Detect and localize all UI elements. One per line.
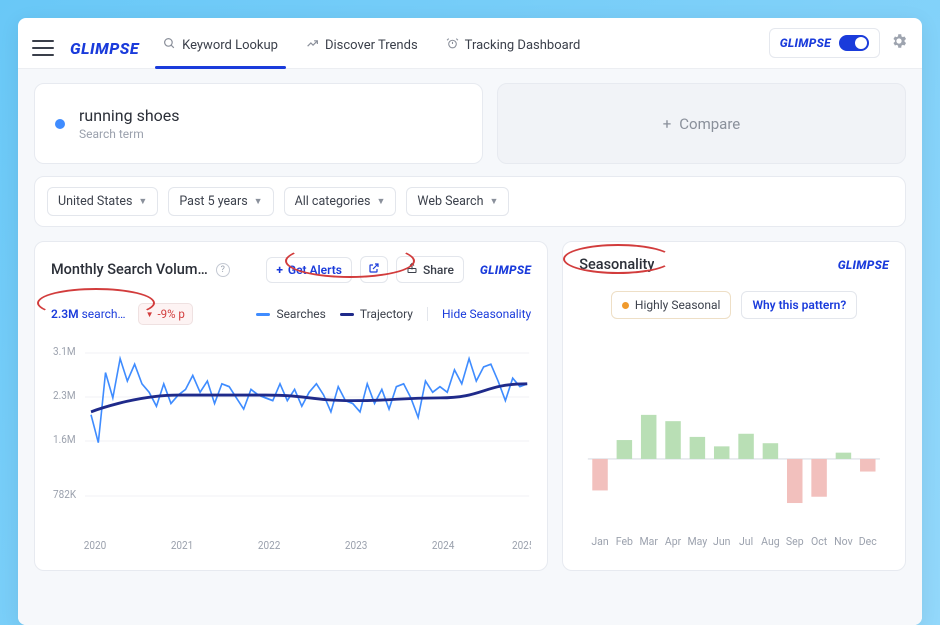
chevron-down-icon: ▼ xyxy=(138,196,147,207)
nav-tabs: Keyword Lookup Discover Trends Tracking … xyxy=(161,29,769,68)
chart-legend: Searches Trajectory Hide Seasonality xyxy=(256,307,531,321)
search-term: running shoes xyxy=(79,106,180,125)
extension-badge: GLIMPSE xyxy=(769,28,880,58)
highly-seasonal-badge: Highly Seasonal xyxy=(611,291,732,319)
panels-row: Monthly Search Volum… ? + Get Alerts Shar… xyxy=(34,241,906,571)
filter-label: All categories xyxy=(295,194,371,209)
query-row: running shoes Search term + Compare xyxy=(34,83,906,164)
app-shell: GLIMPSE Keyword Lookup Discover Trends T… xyxy=(18,18,922,625)
tab-keyword-lookup[interactable]: Keyword Lookup xyxy=(161,29,280,68)
volume-chart: 3.1M 2.3M 1.6M 782K 2020 2021 2022 2023 … xyxy=(51,331,531,562)
filter-category[interactable]: All categories ▼ xyxy=(284,187,397,216)
brand-mini: GLIMPSE xyxy=(480,263,531,277)
svg-text:2023: 2023 xyxy=(345,538,368,552)
svg-text:2020: 2020 xyxy=(84,538,107,552)
share-icon xyxy=(406,262,418,277)
open-external-button[interactable] xyxy=(360,256,388,283)
plus-icon: + xyxy=(276,263,283,277)
filter-label: United States xyxy=(58,194,132,209)
svg-text:Nov: Nov xyxy=(834,535,853,548)
tab-label: Keyword Lookup xyxy=(182,38,278,53)
panel-title: Seasonality xyxy=(579,256,654,273)
top-bar: GLIMPSE Keyword Lookup Discover Trends T… xyxy=(18,18,922,69)
brand-mini: GLIMPSE xyxy=(838,258,889,272)
menu-icon[interactable] xyxy=(32,40,54,56)
panel-title: Monthly Search Volum… xyxy=(51,261,208,278)
tab-discover-trends[interactable]: Discover Trends xyxy=(304,29,420,68)
svg-text:1.6M: 1.6M xyxy=(53,433,76,447)
swatch xyxy=(340,313,354,316)
svg-text:Sep: Sep xyxy=(786,535,804,548)
series-color-dot xyxy=(55,119,65,129)
trend-icon xyxy=(306,37,319,54)
svg-text:2022: 2022 xyxy=(258,538,281,552)
volume-panel: Monthly Search Volum… ? + Get Alerts Shar… xyxy=(34,241,548,571)
down-triangle-icon: ▼ xyxy=(146,310,154,319)
share-button[interactable]: Share xyxy=(396,256,464,283)
add-compare-button[interactable]: + Compare xyxy=(497,83,906,164)
status-dot-icon xyxy=(622,302,629,309)
chevron-down-icon: ▼ xyxy=(377,196,386,207)
search-icon xyxy=(163,37,176,54)
stats-row: 2.3M search… ▼-9% p Searches Trajectory … xyxy=(51,303,531,325)
svg-text:Jun: Jun xyxy=(713,535,730,548)
filter-geo[interactable]: United States ▼ xyxy=(47,187,158,216)
search-term-card[interactable]: running shoes Search term xyxy=(34,83,483,164)
plus-icon: + xyxy=(663,115,672,133)
svg-text:2.3M: 2.3M xyxy=(53,389,76,403)
brand-logo: GLIMPSE xyxy=(70,39,139,58)
filter-label: Past 5 years xyxy=(179,194,247,209)
panel-header: Seasonality GLIMPSE xyxy=(579,256,889,273)
seasonality-panel: Seasonality GLIMPSE Highly Seasonal Why … xyxy=(562,241,906,571)
topbar-right: GLIMPSE xyxy=(769,28,908,68)
svg-text:Apr: Apr xyxy=(665,535,682,548)
chevron-down-icon: ▼ xyxy=(489,196,498,207)
tab-label: Tracking Dashboard xyxy=(465,38,581,53)
info-icon[interactable]: ? xyxy=(216,263,230,277)
alarm-icon xyxy=(446,37,459,54)
external-link-icon xyxy=(368,262,380,277)
svg-text:May: May xyxy=(688,535,708,548)
brand-mini: GLIMPSE xyxy=(780,36,831,50)
gear-icon[interactable] xyxy=(890,32,908,54)
legend-trajectory: Trajectory xyxy=(340,307,413,321)
filter-bar: United States ▼ Past 5 years ▼ All categor… xyxy=(34,176,906,227)
svg-text:782K: 782K xyxy=(53,488,77,502)
seasonality-chart: Jan Feb Mar Apr May Jun Jul Aug Sep Oct Nov Dec xyxy=(579,333,889,562)
compare-label: Compare xyxy=(679,115,740,133)
svg-text:Feb: Feb xyxy=(616,535,633,548)
svg-text:Mar: Mar xyxy=(640,535,659,548)
stat-delta: ▼-9% p xyxy=(138,303,193,325)
button-label: Share xyxy=(423,263,454,277)
legend-searches: Searches xyxy=(256,307,325,321)
search-term-subtitle: Search term xyxy=(79,127,180,141)
filter-range[interactable]: Past 5 years ▼ xyxy=(168,187,273,216)
svg-text:2025: 2025 xyxy=(512,538,531,552)
extension-toggle[interactable] xyxy=(839,35,869,51)
hide-seasonality-link[interactable]: Hide Seasonality xyxy=(442,307,531,321)
svg-text:Aug: Aug xyxy=(761,535,779,548)
svg-text:Jul: Jul xyxy=(739,535,753,548)
content: running shoes Search term + Compare Unit… xyxy=(18,69,922,625)
why-pattern-button[interactable]: Why this pattern? xyxy=(741,291,857,319)
svg-text:Jan: Jan xyxy=(592,535,609,548)
svg-text:3.1M: 3.1M xyxy=(53,345,76,359)
svg-text:2024: 2024 xyxy=(432,538,455,552)
tab-tracking-dashboard[interactable]: Tracking Dashboard xyxy=(444,29,583,68)
season-tags: Highly Seasonal Why this pattern? xyxy=(579,291,889,319)
separator xyxy=(427,307,428,321)
stat-volume: 2.3M search… xyxy=(51,307,126,321)
tab-label: Discover Trends xyxy=(325,38,418,53)
get-alerts-button[interactable]: + Get Alerts xyxy=(266,257,352,283)
panel-header: Monthly Search Volum… ? + Get Alerts Shar… xyxy=(51,256,531,283)
filter-type[interactable]: Web Search ▼ xyxy=(406,187,509,216)
chevron-down-icon: ▼ xyxy=(254,196,263,207)
filter-label: Web Search xyxy=(417,194,483,209)
svg-text:Dec: Dec xyxy=(859,535,877,548)
svg-text:2021: 2021 xyxy=(171,538,193,552)
swatch xyxy=(256,313,270,316)
svg-text:Oct: Oct xyxy=(811,535,828,548)
button-label: Get Alerts xyxy=(288,263,342,277)
